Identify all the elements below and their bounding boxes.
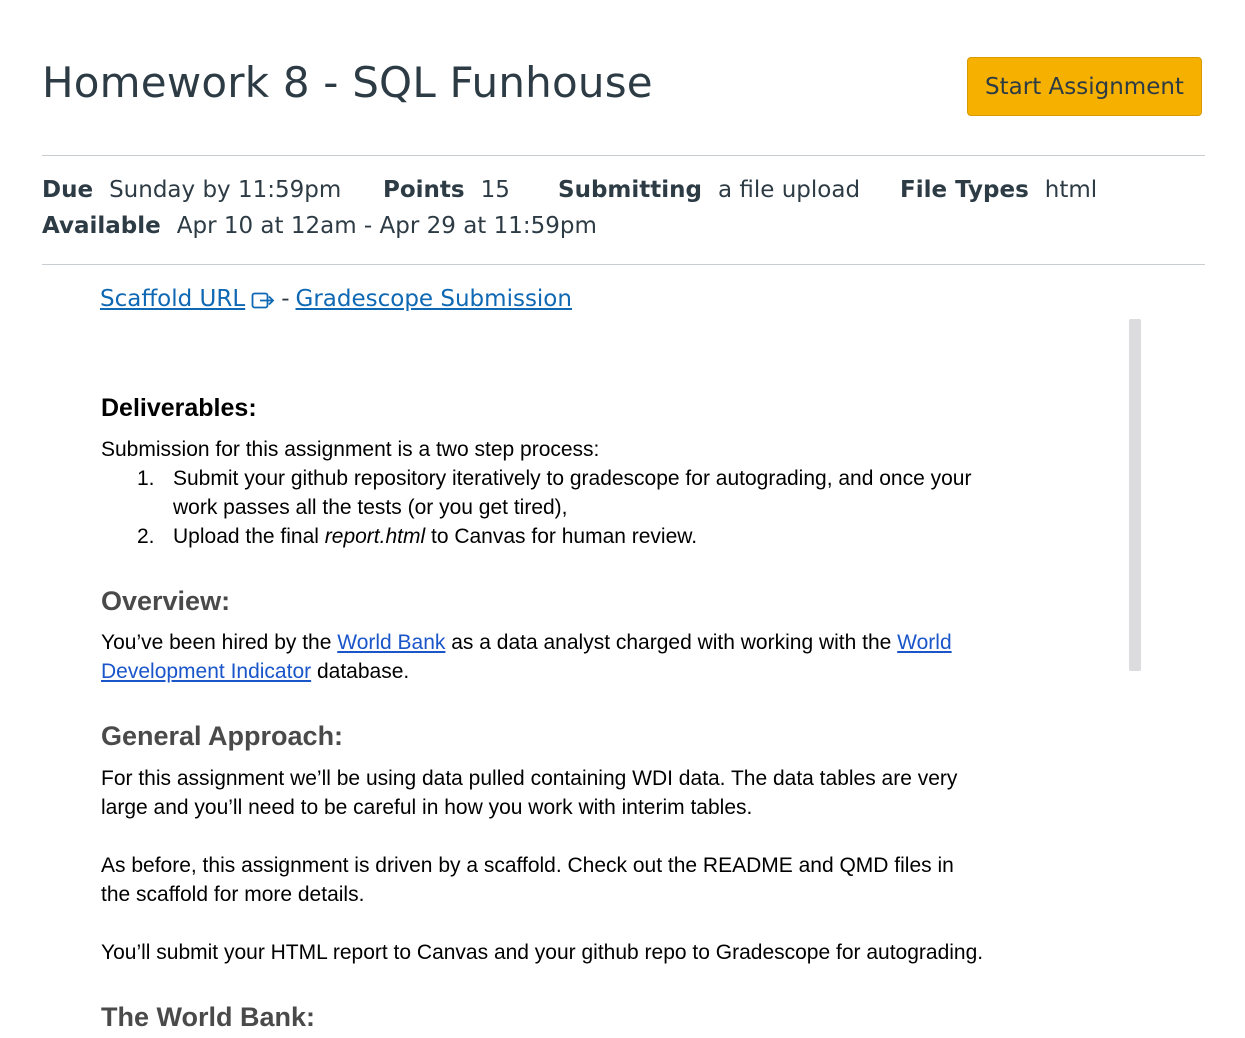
start-assignment-button[interactable]: Start Assignment (967, 57, 1202, 116)
world-development-indicator-link[interactable]: World (897, 631, 951, 654)
approach-paragraph: You’ll submit your HTML report to Canvas… (101, 941, 984, 964)
submitting-value: a file upload (717, 177, 861, 203)
external-link-icon (251, 290, 275, 316)
scaffold-url-link[interactable]: Scaffold URL (100, 286, 245, 312)
report-filename: report.html (324, 525, 426, 548)
due-value: Sunday by 11:59pm (109, 177, 342, 203)
approach-text-line: As before, this assignment is driven by … (101, 854, 954, 877)
available-detail: Available Apr 10 at 12am - Apr 29 at 11:5… (42, 213, 597, 239)
overview-text: as a data analyst charged with working w… (445, 631, 898, 654)
gradescope-submission-link[interactable]: Gradescope Submission (296, 286, 572, 312)
list-number: 1. (137, 467, 155, 490)
divider-bottom (42, 264, 1205, 265)
overview-paragraph: You’ve been hired by the World Bank as a… (101, 628, 1031, 686)
assignment-links: Scaffold URL - Gradescope Submission (100, 286, 572, 316)
submitting-detail: Submitting a file upload (558, 177, 860, 203)
page-title: Homework 8 - SQL Funhouse (42, 58, 653, 107)
due-detail: Due Sunday by 11:59pm (42, 177, 341, 203)
overview-text: You’ve been hired by the (101, 631, 338, 654)
due-label: Due (42, 177, 94, 203)
approach-text-line: large and you’ll need to be careful in h… (101, 796, 753, 819)
list-text: Upload the final (173, 525, 325, 548)
approach-text-line: For this assignment we’ll be using data … (101, 767, 958, 790)
content-scrollbar[interactable] (1129, 319, 1141, 671)
deliverables-heading: Deliverables: (101, 394, 257, 422)
list-number: 2. (137, 525, 155, 548)
points-value: 15 (480, 177, 510, 203)
overview-heading: Overview: (101, 586, 231, 616)
file-types-value: html (1044, 177, 1098, 203)
world-bank-heading: The World Bank: (101, 1002, 316, 1032)
link-separator: - (281, 286, 290, 312)
world-bank-link[interactable]: World Bank (337, 631, 445, 654)
list-text: to Canvas for human review. (425, 525, 698, 548)
overview-text: database. (311, 660, 410, 683)
points-label: Points (383, 177, 465, 203)
approach-paragraph: As before, this assignment is driven by … (101, 851, 1031, 909)
file-types-detail: File Types html (900, 177, 1097, 203)
submitting-label: Submitting (558, 177, 702, 203)
available-value: Apr 10 at 12am - Apr 29 at 11:59pm (176, 213, 597, 239)
list-item: 1. Submit your github repository iterati… (137, 464, 1017, 522)
available-label: Available (42, 213, 161, 239)
file-types-label: File Types (900, 177, 1029, 203)
points-detail: Points 15 (383, 177, 510, 203)
divider-top (42, 155, 1205, 156)
list-item-text: Upload the final report.html to Canvas f… (173, 522, 1023, 551)
list-item-text: Submit your github repository iterativel… (173, 464, 1023, 522)
approach-text-line: the scaffold for more details. (101, 883, 365, 906)
general-approach-heading: General Approach: (101, 721, 344, 751)
approach-paragraph: For this assignment we’ll be using data … (101, 764, 1031, 822)
list-text-line: work passes all the tests (or you get ti… (173, 496, 568, 519)
world-development-indicator-link[interactable]: Development Indicator (101, 660, 311, 683)
list-text-line: Submit your github repository iterativel… (173, 467, 972, 490)
deliverables-intro: Submission for this assignment is a two … (101, 438, 600, 461)
